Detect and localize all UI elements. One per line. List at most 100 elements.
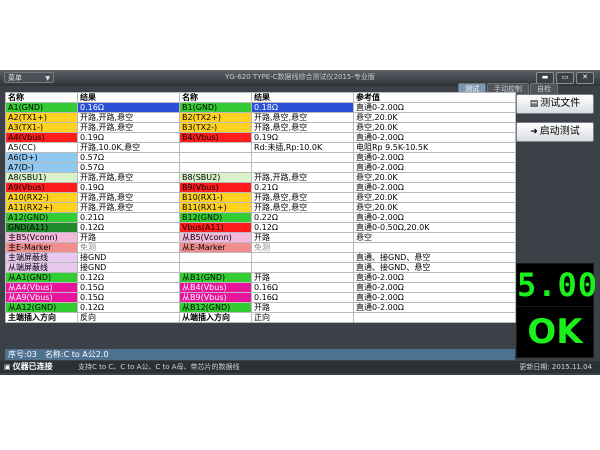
table-cell: 直通0-2.00Ω [353,302,516,313]
table-cell: 直通0-2.00Ω [353,212,516,223]
table-cell: 主E-Marker [5,242,78,253]
table-cell: 开路 [251,302,354,313]
table-cell [179,142,252,153]
table-cell: A3(TX1-) [5,122,78,133]
table-row: A7(D-) 0.57Ω 直通0-2.00Ω [5,162,516,173]
header-name-a: 名称 [5,92,78,103]
table-cell: 直通0-2.00Ω [353,282,516,293]
table-row: 主E-Marker 免测 从E-Marker 免测 [5,242,516,253]
table-row: 主B5(Vconn) 开路 从B5(Vconn) 开路 悬空 [5,232,516,243]
table-cell: 开路 [77,232,180,243]
table-cell: A7(D-) [5,162,78,173]
table-cell: 悬空 [353,232,516,243]
table-row: A3(TX1-) 开路,开路,悬空 B3(TX2-) 开路,悬空,悬空 悬空,20.0K [5,122,516,133]
device-icon: ▣ [4,363,11,371]
table-cell: 开路,开路,悬空 [77,112,180,123]
table-header-row: 名称 结果 名称 结果 参考值 [5,92,516,103]
table-cell [179,162,252,173]
table-cell: 直通0-2.00Ω [353,272,516,283]
table-row: 从A1(GND) 0.12Ω 从B1(GND) 开路 直通0-2.00Ω [5,272,516,283]
table-cell [251,262,354,273]
table-cell: 悬空,20.0K [353,202,516,213]
header-result-b: 结果 [251,92,354,103]
table-cell: 0.16Ω [251,282,354,293]
table-cell: A2(TX1+) [5,112,78,123]
table-cell [179,152,252,163]
table-cell: 电阻Rp 9.5K-10.5K [353,142,516,153]
table-cell: 从B4(Vbus) [179,282,252,293]
table-cell: 0.15Ω [77,292,180,303]
table-cell: A11(RX2+) [5,202,78,213]
serial-number: 序号:03 [8,350,37,359]
table-row: A6(D+) 0.57Ω 直通0-2.00Ω [5,152,516,163]
table-cell: B2(TX2+) [179,112,252,123]
table-cell: 0.21Ω [251,182,354,193]
table-cell: A6(D+) [5,152,78,163]
table-row: A12(GND) 0.21Ω B12(GND) 0.22Ω 直通0-2.00Ω [5,212,516,223]
table-cell: A8(SBU1) [5,172,78,183]
table-cell: B10(RX1-) [179,192,252,203]
app-window: 菜单 ▼ YG-620 TYPE-C数据线综合测试仪2015-专业版 ▬ ▭ ✕ 测… [0,70,600,375]
table-row: 从端屏蔽线 接GND 直通、接GND、悬空 [5,262,516,273]
start-arrow-icon: ➜ [530,127,538,137]
table-cell: B8(SBU2) [179,172,252,183]
table-cell: 从A4(Vbus) [5,282,78,293]
table-cell: 从B5(Vconn) [179,232,252,243]
document-icon: ▤ [529,99,539,109]
table-row: A5(CC) 开路,10.0K,悬空 Rd:未插,Rp:10.0K 电阻Rp 9.5K… [5,142,516,153]
connection-text: 仪器已连接 [12,362,53,371]
table-cell: 0.19Ω [251,132,354,143]
table-cell: 0.12Ω [77,222,180,233]
table-cell: 主B5(Vconn) [5,232,78,243]
results-table: 名称 结果 名称 结果 参考值 A1(GND) 0.16Ω B1(GND) 0.18Ω… [5,92,516,323]
table-cell: Rd:未插,Rp:10.0K [251,142,354,153]
window-controls: ▬ ▭ ✕ [534,72,594,84]
table-cell [251,252,354,263]
table-row: A11(RX2+) 开路,开路,悬空 B11(RX1+) 开路,悬空,悬空 悬空,20.… [5,202,516,213]
table-cell: 开路,开路,悬空 [77,202,180,213]
table-cell: 直通0-0.50Ω,20.0K [353,222,516,233]
table-cell: 开路,开路,悬空 [77,192,180,203]
table-cell: A5(CC) [5,142,78,153]
table-cell: 0.57Ω [77,152,180,163]
table-row: A1(GND) 0.16Ω B1(GND) 0.18Ω 直通0-2.00Ω [5,102,516,113]
table-row: 从A9(Vbus) 0.15Ω 从B9(Vbus) 0.16Ω 直通0-2.00Ω [5,292,516,303]
table-cell: 0.19Ω [77,132,180,143]
table-cell: 开路,开路,悬空 [251,172,354,183]
table-cell: 开路,开路,悬空 [77,172,180,183]
table-cell: 主端屏蔽线 [5,252,78,263]
table-cell: B9(Vbus) [179,182,252,193]
table-row: 主端屏蔽线 接GND 直通、接GND、悬空 [5,252,516,263]
table-cell: 开路,悬空,悬空 [251,122,354,133]
table-cell: 开路,10.0K,悬空 [77,142,180,153]
table-row: A4(Vbus) 0.19Ω B4(Vbus) 0.19Ω 直通0-2.00Ω [5,132,516,143]
table-cell: A9(Vbus) [5,182,78,193]
table-cell: 从A12(GND) [5,302,78,313]
table-cell: 悬空,20.0K [353,192,516,203]
table-cell: 接GND [77,252,180,263]
table-cell: 从端屏蔽线 [5,262,78,273]
table-cell: 开路 [251,232,354,243]
table-cell: 直通0-2.00Ω [353,102,516,113]
close-icon[interactable]: ✕ [576,72,594,84]
table-cell: 从E-Marker [179,242,252,253]
header-result-a: 结果 [77,92,180,103]
table-cell: 0.21Ω [77,212,180,223]
table-cell: 0.16Ω [251,292,354,303]
table-row: 主端插入方向 反向 从端插入方向 正向 [5,312,516,323]
table-cell: A10(RX2-) [5,192,78,203]
table-cell: A12(GND) [5,212,78,223]
table-cell [353,312,516,323]
test-file-button[interactable]: ▤ 测试文件 [516,94,594,114]
table-cell: 直通0-2.00Ω [353,292,516,303]
table-cell: 直通、接GND、悬空 [353,262,516,273]
side-panel: ▤ 测试文件 ➜ 启动测试 [516,94,594,150]
table-cell: 从A1(GND) [5,272,78,283]
table-cell: 正向 [251,312,354,323]
start-test-button[interactable]: ➜ 启动测试 [516,122,594,142]
header-reference: 参考值 [353,92,516,103]
table-cell: 0.18Ω [251,102,354,113]
table-cell: B3(TX2-) [179,122,252,133]
table-cell: 0.12Ω [77,272,180,283]
table-body: A1(GND) 0.16Ω B1(GND) 0.18Ω 直通0-2.00Ω A2(TX1+… [5,102,516,323]
